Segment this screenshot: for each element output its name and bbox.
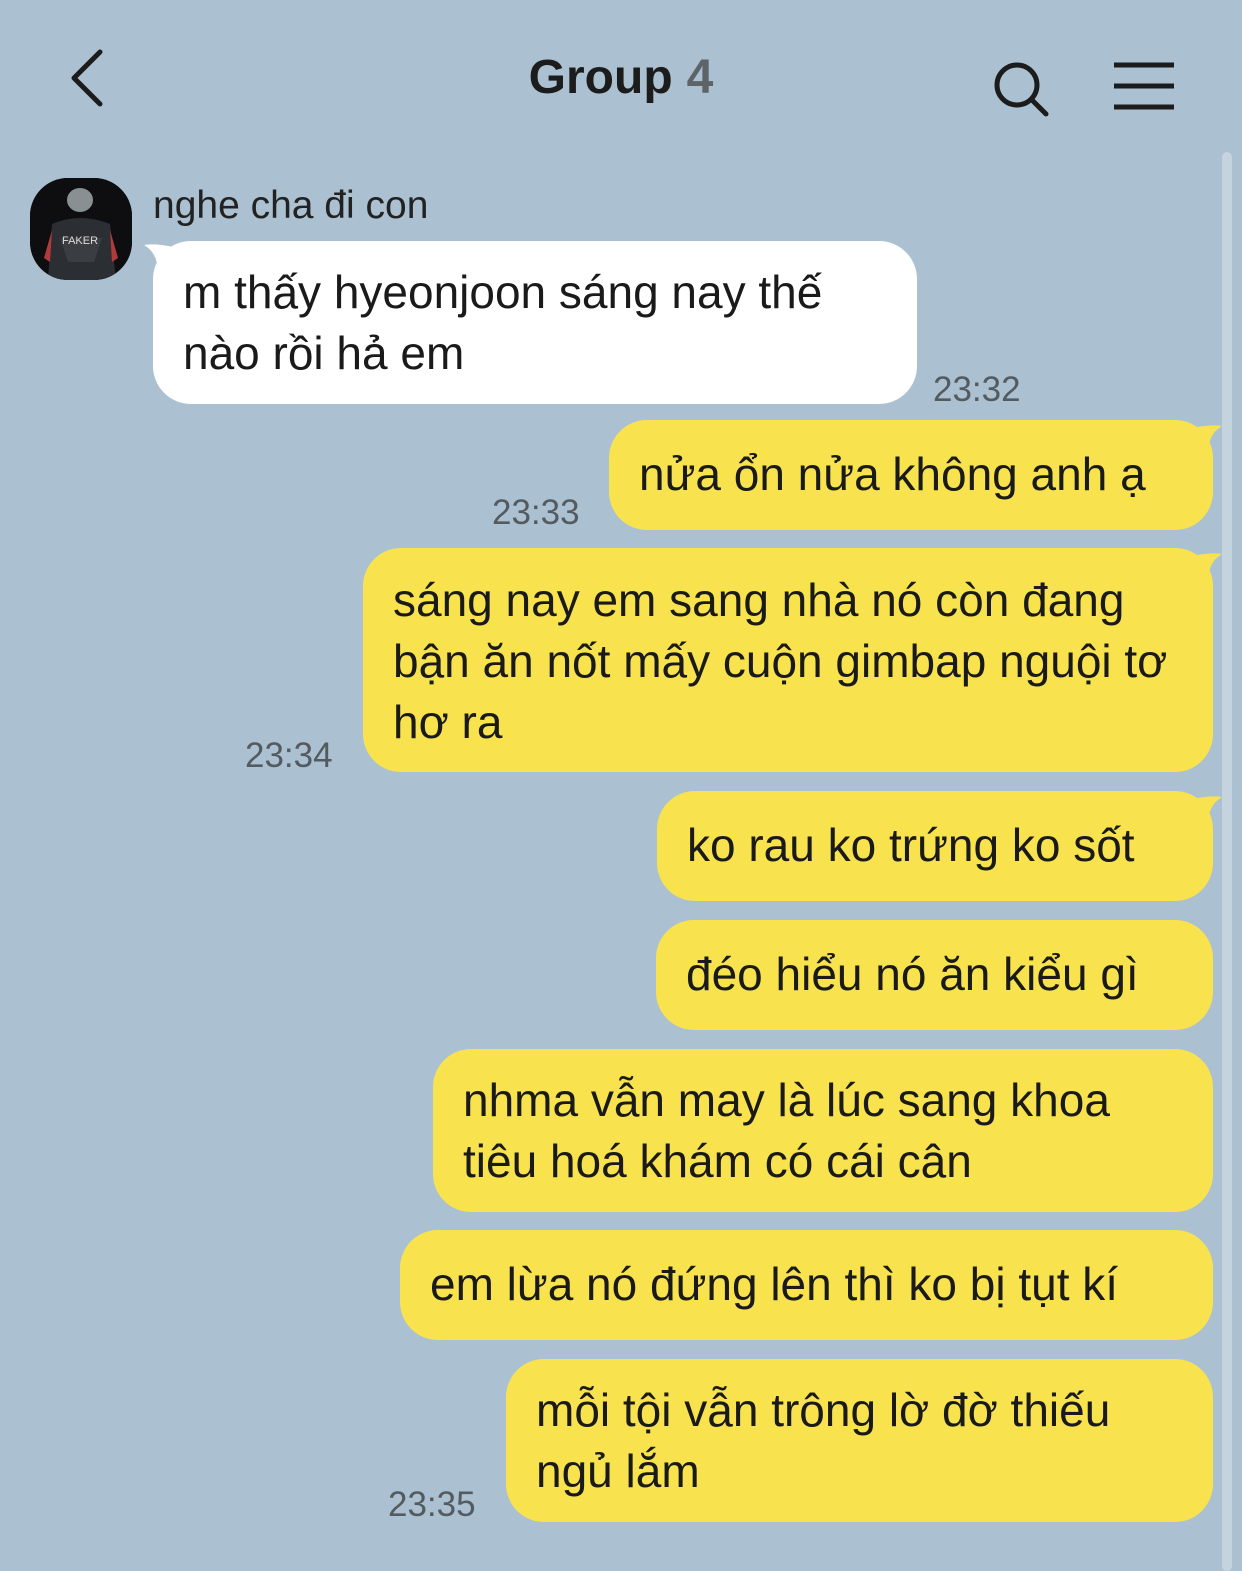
message-text: em lừa nó đứng lên thì ko bị tụt kí	[430, 1258, 1119, 1310]
incoming-message-bubble[interactable]: m thấy hyeonjoon sáng nay thế nào rồi hả…	[153, 241, 917, 404]
chat-title: Group 4	[0, 50, 1242, 105]
message-time: 23:34	[245, 736, 333, 775]
outgoing-message-bubble[interactable]: ko rau ko trứng ko sốt	[657, 791, 1213, 901]
message-text: ko rau ko trứng ko sốt	[687, 819, 1135, 871]
outgoing-message-bubble[interactable]: đéo hiểu nó ăn kiểu gì	[656, 920, 1213, 1030]
chat-header: Group 4	[0, 0, 1242, 150]
hamburger-menu-icon	[1114, 62, 1174, 110]
group-name: Group	[528, 51, 673, 104]
outgoing-message-bubble[interactable]: sáng nay em sang nhà nó còn đang bận ăn …	[363, 548, 1213, 772]
message-text: nửa ổn nửa không anh ạ	[639, 448, 1146, 500]
message-text: mỗi tội vẫn trông lờ đờ thiếu ngủ lắm	[536, 1384, 1111, 1497]
message-time: 23:33	[492, 493, 580, 532]
search-icon	[994, 62, 1049, 117]
message-text: đéo hiểu nó ăn kiểu gì	[686, 948, 1139, 1000]
message-time: 23:35	[388, 1485, 476, 1524]
outgoing-message-bubble[interactable]: nửa ổn nửa không anh ạ	[609, 420, 1213, 530]
member-count: 4	[686, 51, 714, 104]
sender-avatar[interactable]: FAKER	[30, 178, 132, 280]
message-text: nhma vẫn may là lúc sang khoa tiêu hoá k…	[463, 1074, 1110, 1187]
search-button[interactable]	[990, 58, 1052, 120]
outgoing-message-bubble[interactable]: nhma vẫn may là lúc sang khoa tiêu hoá k…	[433, 1049, 1213, 1212]
outgoing-message-bubble[interactable]: em lừa nó đứng lên thì ko bị tụt kí	[400, 1230, 1213, 1340]
avatar-logo-text: FAKER	[62, 235, 98, 247]
scrollbar[interactable]	[1222, 152, 1232, 1571]
sender-name: nghe cha đi con	[153, 184, 429, 227]
menu-button[interactable]	[1112, 60, 1176, 112]
outgoing-message-bubble[interactable]: mỗi tội vẫn trông lờ đờ thiếu ngủ lắm	[506, 1359, 1213, 1522]
message-text: sáng nay em sang nhà nó còn đang bận ăn …	[393, 574, 1168, 748]
message-text: m thấy hyeonjoon sáng nay thế nào rồi hả…	[183, 266, 823, 379]
message-time: 23:32	[933, 370, 1021, 409]
